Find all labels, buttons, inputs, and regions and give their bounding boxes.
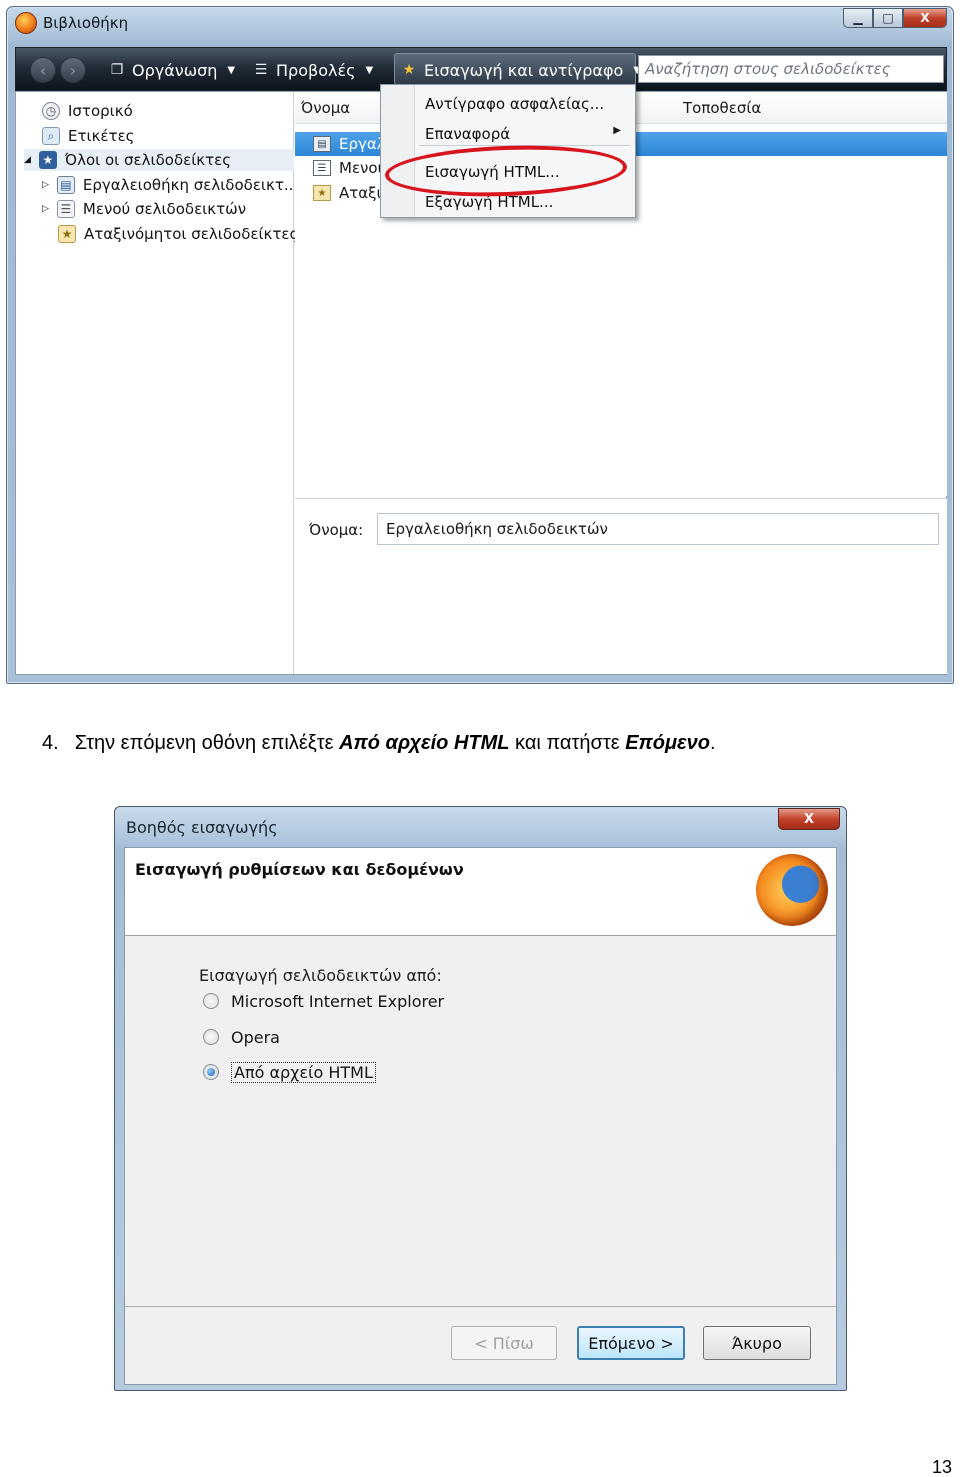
- submenu-arrow-icon: ▶: [613, 125, 621, 136]
- radio-option-internet-explorer[interactable]: Microsoft Internet Explorer: [203, 988, 444, 1014]
- maximize-button[interactable]: □: [873, 8, 903, 28]
- back-button[interactable]: < Πίσω: [451, 1326, 557, 1360]
- instruction-emphasis: Από αρχείο HTML: [339, 732, 510, 754]
- details-pane: Όνομα: Εργαλειοθήκη σελιδοδεικτών: [295, 498, 947, 674]
- organize-label: Οργάνωση: [132, 60, 218, 80]
- close-button[interactable]: X: [903, 8, 947, 28]
- next-button[interactable]: Επόμενο >: [577, 1326, 685, 1360]
- menu-item-restore[interactable]: Επαναφορά: [425, 125, 510, 143]
- footer-separator: [125, 1306, 836, 1307]
- instruction-text: και πατήστε: [509, 732, 626, 754]
- sidebar-item-all-bookmarks[interactable]: ◢ ★ Όλοι οι σελιδοδείκτες: [24, 149, 294, 171]
- column-header-location[interactable]: Τοποθεσία: [655, 92, 947, 124]
- library-sidebar: ◷ Ιστορικό ⌕ Ετικέτες ◢ ★ Όλοι οι σελιδο…: [16, 92, 298, 674]
- menu-folder-icon: ☰: [56, 200, 75, 218]
- radio-option-label: Από αρχείο HTML: [231, 1061, 376, 1083]
- menu-icon-strip: [381, 85, 415, 217]
- import-backup-label: Εισαγωγή και αντίγραφο: [424, 60, 624, 80]
- sidebar-item-unsorted[interactable]: ★ Αταξινόμητοι σελιδοδείκτες: [58, 223, 298, 245]
- instruction-step-4: 4. Στην επόμενη οθόνη επιλέξτε Από αρχείο…: [42, 732, 716, 755]
- unsorted-folder-icon: ★: [58, 225, 76, 243]
- cancel-button[interactable]: Άκυρο: [703, 1326, 811, 1360]
- library-titlebar: Βιβλιοθήκη ▁ □ X: [7, 7, 953, 39]
- window-controls: ▁ □ X: [843, 8, 947, 28]
- firefox-logo-icon: [756, 854, 828, 926]
- radio-option-label: Microsoft Internet Explorer: [231, 991, 445, 1011]
- name-field[interactable]: Εργαλειοθήκη σελιδοδεικτών: [377, 513, 939, 545]
- instruction-text: Στην επόμενη οθόνη επιλέξτε: [74, 732, 340, 754]
- wizard-title: Βοηθός εισαγωγής: [126, 818, 278, 837]
- toolbar-folder-icon: ▤: [313, 136, 331, 152]
- library-title: Βιβλιοθήκη: [43, 14, 129, 32]
- import-backup-menu-label-row[interactable]: ★ Εισαγωγή και αντίγραφο ▼: [400, 59, 641, 81]
- menu-item-backup[interactable]: Αντίγραφο ασφαλείας...: [425, 95, 604, 113]
- views-label: Προβολές: [276, 60, 356, 80]
- forward-arrow-icon[interactable]: ›: [60, 57, 86, 83]
- search-input[interactable]: Αναζήτηση στους σελιδοδείκτες: [638, 55, 944, 83]
- clock-icon: ◷: [42, 102, 60, 120]
- radio-option-opera[interactable]: Opera: [203, 1024, 280, 1050]
- views-menu-button[interactable]: ☰ Προβολές ▼: [252, 59, 373, 81]
- wizard-content: Εισαγωγή ρυθμίσεων και δεδομένων Εισαγωγ…: [124, 847, 837, 1385]
- organize-menu-button[interactable]: ❐ Οργάνωση ▼: [108, 59, 235, 81]
- step-number: 4.: [42, 732, 59, 754]
- import-star-icon: ★: [402, 62, 416, 78]
- name-label: Όνομα:: [309, 521, 364, 539]
- collapsed-arrow-icon: ▷: [42, 180, 49, 190]
- close-button[interactable]: X: [778, 808, 840, 830]
- radio-button-icon[interactable]: [203, 1029, 219, 1045]
- star-bookmark-icon: ★: [38, 151, 57, 169]
- menu-folder-icon: ☰: [313, 160, 331, 176]
- wizard-heading: Εισαγωγή ρυθμίσεων και δεδομένων: [135, 860, 464, 879]
- sidebar-item-label: Ετικέτες: [68, 127, 135, 145]
- instruction-emphasis: Επόμενο: [625, 732, 710, 754]
- radio-option-label: Opera: [231, 1027, 280, 1047]
- import-source-prompt: Εισαγωγή σελιδοδεικτών από:: [199, 966, 442, 985]
- expanded-arrow-icon: ◢: [24, 155, 31, 165]
- minimize-button[interactable]: ▁: [843, 8, 873, 28]
- toolbar-folder-icon: ▤: [56, 176, 75, 194]
- views-icon: ☰: [254, 62, 268, 78]
- chevron-down-icon: ▼: [227, 64, 236, 76]
- sidebar-item-label: Εργαλειοθήκη σελιδοδεικτ...: [82, 176, 299, 194]
- radio-button-selected-icon[interactable]: [203, 1064, 219, 1080]
- sidebar-item-menu[interactable]: ▷ ☰ Μενού σελιδοδεικτών: [42, 198, 246, 220]
- chevron-down-icon: ▼: [365, 64, 374, 76]
- sidebar-item-label: Όλοι οι σελιδοδείκτες: [64, 151, 232, 169]
- back-arrow-icon[interactable]: ‹: [30, 57, 56, 83]
- sidebar-item-label: Μενού σελιδοδεικτών: [82, 200, 247, 218]
- radio-button-icon[interactable]: [203, 993, 219, 1009]
- organize-icon: ❐: [110, 62, 124, 78]
- collapsed-arrow-icon: ▷: [42, 204, 49, 214]
- page-number: 13: [931, 1457, 952, 1477]
- sidebar-item-toolbar[interactable]: ▷ ▤ Εργαλειοθήκη σελιδοδεικτ...: [42, 174, 298, 196]
- radio-option-html-file[interactable]: Από αρχείο HTML: [203, 1059, 376, 1085]
- firefox-icon: [15, 12, 37, 34]
- instruction-text: .: [709, 732, 716, 754]
- sidebar-item-label: Ιστορικό: [68, 102, 133, 120]
- import-wizard-window: Βοηθός εισαγωγής X Εισαγωγή ρυθμίσεων κα…: [114, 806, 847, 1391]
- unsorted-folder-icon: ★: [313, 185, 331, 201]
- tag-search-icon: ⌕: [42, 127, 60, 145]
- wizard-header: Εισαγωγή ρυθμίσεων και δεδομένων: [125, 848, 836, 936]
- sidebar-item-label: Αταξινόμητοι σελιδοδείκτες: [84, 225, 299, 243]
- sidebar-item-history[interactable]: ◷ Ιστορικό: [42, 100, 133, 122]
- sidebar-item-tags[interactable]: ⌕ Ετικέτες: [42, 125, 134, 147]
